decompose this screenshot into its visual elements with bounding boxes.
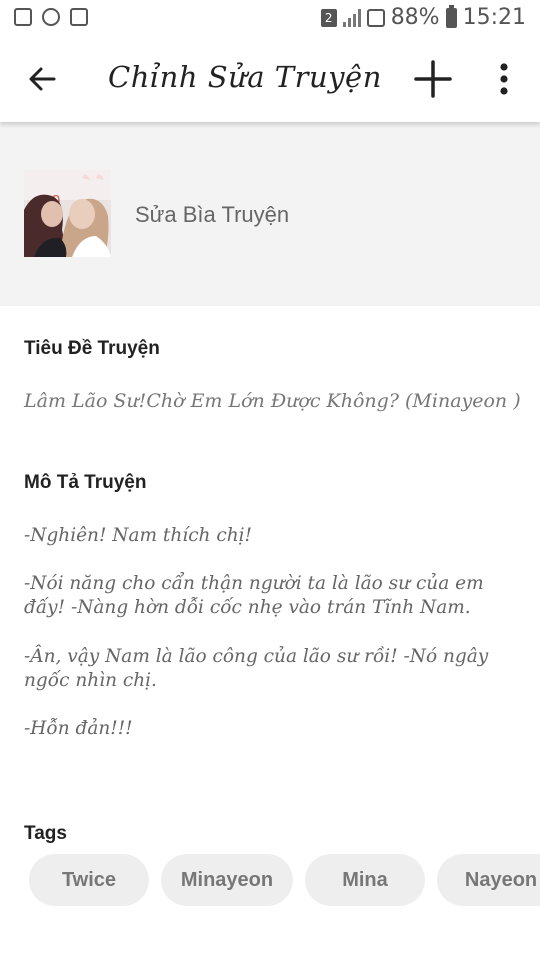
description-line[interactable]: ngốc nhìn chị.: [24, 669, 504, 693]
gallery-icon: [14, 8, 32, 26]
tag-chip[interactable]: Mina: [305, 854, 425, 906]
clock: 15:21: [462, 5, 526, 30]
more-vertical-icon: [500, 63, 508, 95]
tag-chip[interactable]: Twice: [29, 854, 149, 906]
description-line[interactable]: -Ân, vậy Nam là lão công của lão sư rồi!…: [24, 645, 504, 669]
description-line[interactable]: -Hỗn đản!!!: [24, 717, 504, 741]
edit-cover-label[interactable]: Sửa Bìa Truyện: [135, 202, 289, 228]
sim-badge: 2: [320, 8, 337, 27]
status-bar: 2 88% 15:21: [0, 0, 540, 36]
wifi-icon: [366, 8, 385, 27]
app-bar: Chỉnh Sửa Truyện: [0, 36, 540, 122]
title-section-label: Tiêu Đề Truyện: [24, 338, 160, 359]
description-line[interactable]: đấy! -Nàng hờn dỗi cốc nhẹ vào trán Tĩnh…: [24, 596, 504, 620]
page-title: Chỉnh Sửa Truyện: [108, 60, 382, 94]
description-line[interactable]: -Nghiên! Nam thích chị!: [24, 524, 504, 548]
tags-section-label: Tags: [24, 823, 67, 844]
story-title-field[interactable]: Lâm Lão Sư!Chờ Em Lớn Được Không? (Minay…: [24, 390, 521, 412]
add-button[interactable]: [410, 56, 456, 102]
back-button[interactable]: [22, 58, 64, 100]
battery-percent: 88%: [390, 5, 440, 30]
description-line[interactable]: -Nói năng cho cẩn thận người ta là lão s…: [24, 572, 504, 596]
arrow-left-icon: [29, 67, 56, 91]
sync-icon: [42, 8, 60, 26]
signal-icon: [342, 8, 361, 27]
tag-chip[interactable]: Nayeon: [437, 854, 540, 906]
tag-chip[interactable]: Minayeon: [161, 854, 293, 906]
battery-icon: [445, 4, 457, 28]
edit-cover-row[interactable]: .30 Sửa Bìa Truyện: [0, 122, 540, 306]
more-options-button[interactable]: [490, 60, 518, 98]
description-section-label: Mô Tả Truyện: [24, 472, 147, 493]
status-left-icons: [14, 8, 88, 26]
cover-image[interactable]: .30: [24, 170, 111, 257]
notification-icon: [70, 8, 88, 26]
status-right: 2 88% 15:21: [320, 4, 526, 30]
tags-list: Twice Minayeon Mina Nayeon: [29, 854, 540, 906]
plus-icon: [414, 60, 452, 98]
